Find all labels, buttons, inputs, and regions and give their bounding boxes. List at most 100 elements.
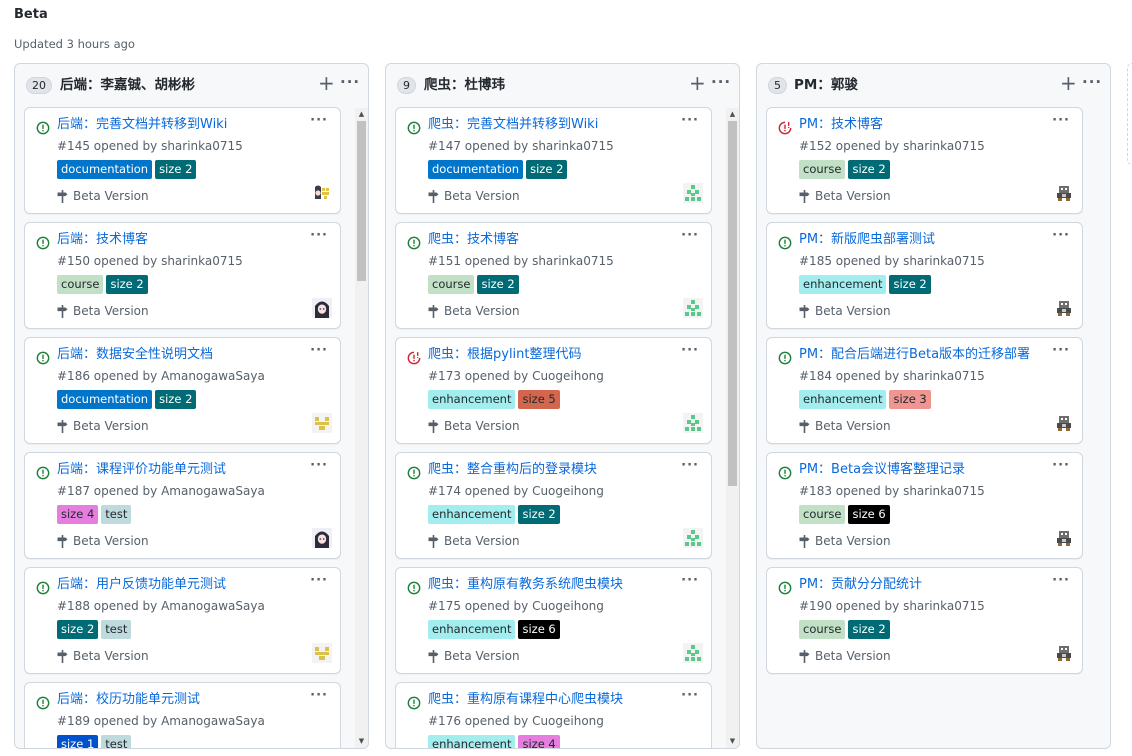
column-menu-icon[interactable]: ···: [711, 73, 731, 91]
milestone[interactable]: Beta Version: [428, 303, 520, 319]
milestone[interactable]: Beta Version: [428, 188, 520, 204]
scrollbar-thumb[interactable]: [357, 121, 366, 281]
column-scrollbar[interactable]: ▲ ▼: [726, 108, 739, 748]
milestone[interactable]: Beta Version: [57, 418, 149, 434]
issue-title-link[interactable]: 爬虫：重构原有课程中心爬虫模块: [428, 691, 623, 709]
issue-title-link[interactable]: 后端：课程评价功能单元测试: [57, 461, 226, 479]
issue-title-link[interactable]: 后端：用户反馈功能单元测试: [57, 576, 226, 594]
issue-label[interactable]: documentation: [57, 390, 153, 409]
issue-label[interactable]: course: [799, 505, 846, 524]
issue-title-link[interactable]: 爬虫：重构原有教务系统爬虫模块: [428, 576, 623, 594]
issue-label[interactable]: size 2: [106, 275, 148, 294]
issue-label[interactable]: course: [57, 275, 104, 294]
column-menu-icon[interactable]: ···: [340, 73, 360, 91]
add-card-icon[interactable]: +: [689, 72, 706, 94]
issue-label[interactable]: size 2: [889, 275, 931, 294]
issue-card[interactable]: 后端：校历功能单元测试 ··· #189 opened by AmanogawaSa…: [24, 682, 341, 748]
milestone[interactable]: Beta Version: [57, 188, 149, 204]
green-avatar[interactable]: [683, 298, 703, 318]
issue-title-link[interactable]: 后端：技术博客: [57, 231, 148, 249]
green-avatar[interactable]: [683, 528, 703, 548]
card-menu-icon[interactable]: ···: [1052, 343, 1070, 358]
card-menu-icon[interactable]: ···: [681, 113, 699, 128]
issue-card[interactable]: 爬虫：重构原有教务系统爬虫模块 ··· #175 opened by Cuogeih…: [395, 567, 712, 674]
issue-label[interactable]: size 6: [518, 620, 560, 639]
issue-label[interactable]: size 6: [848, 505, 890, 524]
scroll-down-icon[interactable]: ▼: [726, 735, 739, 748]
issue-card[interactable]: PM：Beta会议博客整理记录 ··· #183 opened by sharink…: [766, 452, 1083, 559]
milestone[interactable]: Beta Version: [428, 418, 520, 434]
issue-label[interactable]: test: [101, 505, 132, 524]
issue-title-link[interactable]: PM：新版爬虫部署测试: [799, 231, 935, 249]
milestone[interactable]: Beta Version: [57, 533, 149, 549]
issue-card[interactable]: 爬虫：重构原有课程中心爬虫模块 ··· #176 opened by Cuogeih…: [395, 682, 712, 748]
anime-avatar[interactable]: [312, 528, 332, 548]
issue-card[interactable]: 后端：用户反馈功能单元测试 ··· #188 opened by Amanogawa…: [24, 567, 341, 674]
card-menu-icon[interactable]: ···: [681, 458, 699, 473]
issue-label[interactable]: size 3: [889, 390, 931, 409]
issue-title-link[interactable]: PM：贡献分分配统计: [799, 576, 922, 594]
milestone[interactable]: Beta Version: [57, 303, 149, 319]
issue-title-link[interactable]: 爬虫：完善文档并转移到Wiki: [428, 116, 598, 134]
column-menu-icon[interactable]: ···: [1082, 73, 1102, 91]
issue-label[interactable]: size 2: [57, 620, 99, 639]
issue-label[interactable]: size 2: [518, 505, 560, 524]
card-menu-icon[interactable]: ···: [1052, 573, 1070, 588]
issue-title-link[interactable]: 后端：校历功能单元测试: [57, 691, 200, 709]
card-menu-icon[interactable]: ···: [310, 113, 328, 128]
issue-label[interactable]: enhancement: [428, 735, 516, 748]
milestone[interactable]: Beta Version: [799, 533, 891, 549]
issue-label[interactable]: test: [101, 735, 132, 748]
milestone[interactable]: Beta Version: [799, 303, 891, 319]
card-menu-icon[interactable]: ···: [681, 573, 699, 588]
milestone[interactable]: Beta Version: [799, 188, 891, 204]
card-menu-icon[interactable]: ···: [310, 688, 328, 703]
issue-label[interactable]: enhancement: [799, 275, 887, 294]
card-menu-icon[interactable]: ···: [310, 573, 328, 588]
issue-card[interactable]: PM：技术博客 ··· #152 opened by sharinka0715 cou…: [766, 107, 1083, 214]
issue-label[interactable]: course: [428, 275, 475, 294]
card-menu-icon[interactable]: ···: [1052, 458, 1070, 473]
issue-title-link[interactable]: 后端：完善文档并转移到Wiki: [57, 116, 227, 134]
issue-title-link[interactable]: 爬虫：整合重构后的登录模块: [428, 461, 597, 479]
robot-avatar[interactable]: [1054, 643, 1074, 663]
issue-label[interactable]: documentation: [57, 160, 153, 179]
issue-title-link[interactable]: 后端：数据安全性说明文档: [57, 346, 213, 364]
milestone[interactable]: Beta Version: [57, 648, 149, 664]
issue-label[interactable]: enhancement: [799, 390, 887, 409]
scrollbar-thumb[interactable]: [728, 121, 737, 486]
issue-label[interactable]: course: [799, 160, 846, 179]
green-avatar[interactable]: [683, 643, 703, 663]
issue-label[interactable]: size 1: [57, 735, 99, 748]
yellow-avatar[interactable]: [312, 643, 332, 663]
issue-card[interactable]: 后端：技术博客 ··· #150 opened by sharinka0715 cou…: [24, 222, 341, 329]
issue-card[interactable]: 后端：完善文档并转移到Wiki ··· #145 opened by sharink…: [24, 107, 341, 214]
issue-card[interactable]: 爬虫：整合重构后的登录模块 ··· #174 opened by Cuogeihon…: [395, 452, 712, 559]
issue-label[interactable]: documentation: [428, 160, 524, 179]
issue-card[interactable]: 爬虫：完善文档并转移到Wiki ··· #147 opened by sharink…: [395, 107, 712, 214]
issue-title-link[interactable]: PM：Beta会议博客整理记录: [799, 461, 965, 479]
issue-card[interactable]: PM：配合后端进行Beta版本的迁移部署 ··· #184 opened by sh…: [766, 337, 1083, 444]
robot-avatar[interactable]: [1054, 298, 1074, 318]
issue-card[interactable]: 爬虫：技术博客 ··· #151 opened by sharinka0715 cou…: [395, 222, 712, 329]
issue-card[interactable]: PM：新版爬虫部署测试 ··· #185 opened by sharinka071…: [766, 222, 1083, 329]
issue-card[interactable]: 后端：数据安全性说明文档 ··· #186 opened by AmanogawaS…: [24, 337, 341, 444]
issue-title-link[interactable]: PM：技术博客: [799, 116, 883, 134]
issue-label[interactable]: size 2: [155, 390, 197, 409]
issue-title-link[interactable]: 爬虫：根据pylint整理代码: [428, 346, 582, 364]
card-menu-icon[interactable]: ···: [310, 343, 328, 358]
issue-card[interactable]: 后端：课程评价功能单元测试 ··· #187 opened by Amanogawa…: [24, 452, 341, 559]
pair-avatar[interactable]: [312, 183, 332, 203]
issue-label[interactable]: size 2: [848, 160, 890, 179]
milestone[interactable]: Beta Version: [799, 418, 891, 434]
card-menu-icon[interactable]: ···: [310, 228, 328, 243]
issue-label[interactable]: size 4: [518, 735, 560, 748]
issue-label[interactable]: enhancement: [428, 620, 516, 639]
issue-label[interactable]: course: [799, 620, 846, 639]
issue-card[interactable]: 爬虫：根据pylint整理代码 ··· #173 opened by Cuogeih…: [395, 337, 712, 444]
green-avatar[interactable]: [683, 183, 703, 203]
scroll-up-icon[interactable]: ▲: [726, 108, 739, 121]
milestone[interactable]: Beta Version: [428, 533, 520, 549]
robot-avatar[interactable]: [1054, 528, 1074, 548]
milestone[interactable]: Beta Version: [428, 648, 520, 664]
